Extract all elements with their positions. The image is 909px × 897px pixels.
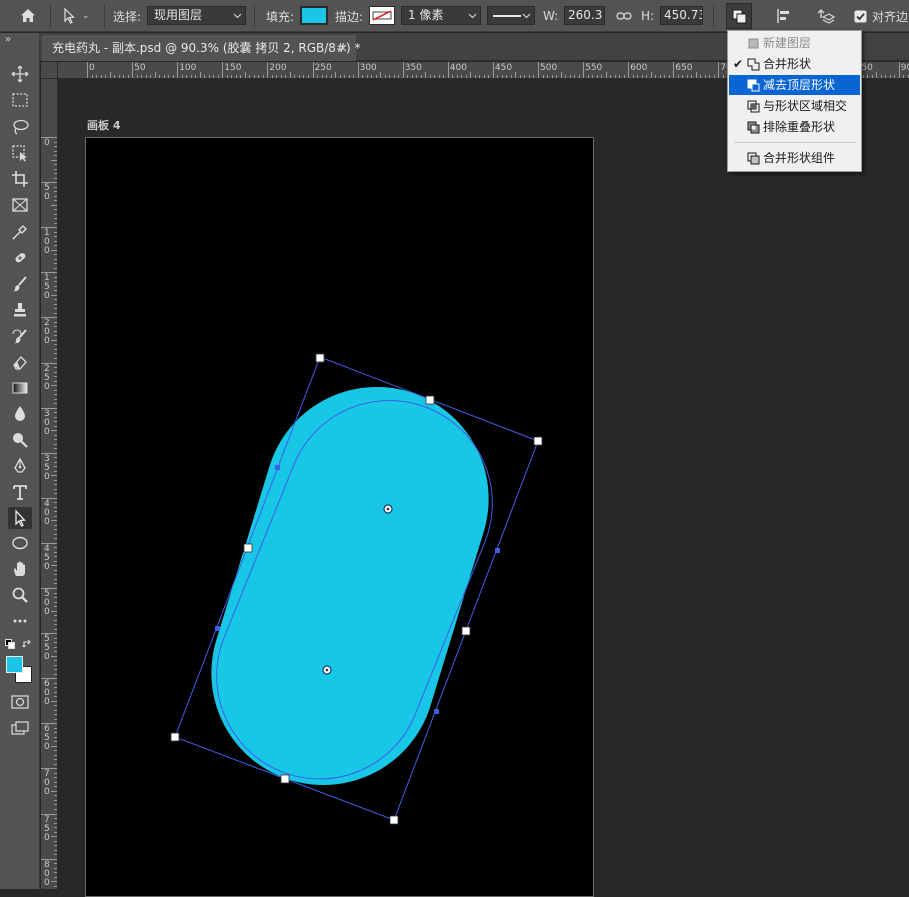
- transform-handle[interactable]: [315, 353, 325, 363]
- transform-handle[interactable]: [533, 436, 543, 446]
- menu-item-exclude-overlapping-shapes[interactable]: 排除重叠形状: [729, 117, 860, 137]
- transform-handle[interactable]: [280, 774, 290, 784]
- exclude-overlapping-shapes-icon: [747, 121, 760, 134]
- new-layer-icon: [748, 38, 759, 49]
- menu-item-combine-shapes[interactable]: ✔ 合并形状: [729, 54, 860, 74]
- intersect-shape-areas-icon: [747, 100, 760, 113]
- combine-shapes-icon: [747, 58, 760, 71]
- transform-handle[interactable]: [461, 626, 471, 636]
- capsule-shape[interactable]: [184, 359, 517, 813]
- capsule-fill[interactable]: [184, 359, 517, 813]
- menu-item-new-layer[interactable]: 新建图层: [729, 33, 860, 53]
- path-anchor-point[interactable]: [275, 465, 280, 470]
- transform-handle[interactable]: [425, 395, 435, 405]
- path-anchor-point[interactable]: [215, 626, 220, 631]
- transform-handle[interactable]: [243, 543, 253, 553]
- transform-handle[interactable]: [389, 815, 399, 825]
- menu-item-label: 合并形状: [763, 57, 812, 71]
- menu-item-label: 排除重叠形状: [763, 120, 836, 134]
- reference-point-dot: [386, 507, 390, 511]
- subtract-front-shape-icon: [747, 79, 760, 92]
- path-anchor-point[interactable]: [495, 548, 500, 553]
- menu-separator: [734, 142, 856, 143]
- menu-item-merge-shape-components[interactable]: 合并形状组件: [729, 148, 860, 168]
- reference-point-dot: [325, 668, 329, 672]
- transform-handle[interactable]: [170, 732, 180, 742]
- menu-item-label: 减去顶层形状: [763, 78, 836, 92]
- menu-item-label: 新建图层: [763, 36, 812, 50]
- menu-item-label: 合并形状组件: [763, 151, 836, 165]
- path-anchor-point[interactable]: [434, 709, 439, 714]
- merge-shape-components-icon: [747, 152, 760, 165]
- path-operations-menu: 新建图层 ✔ 合并形状 减去顶层形状 与形状区域相交 排除重叠形状 合并形状组件: [727, 30, 862, 172]
- menu-item-intersect-shape-areas[interactable]: 与形状区域相交: [729, 96, 860, 116]
- check-mark-icon: ✔: [733, 57, 744, 71]
- menu-item-label: 与形状区域相交: [763, 99, 848, 113]
- menu-item-subtract-front-shape[interactable]: 减去顶层形状: [729, 75, 860, 95]
